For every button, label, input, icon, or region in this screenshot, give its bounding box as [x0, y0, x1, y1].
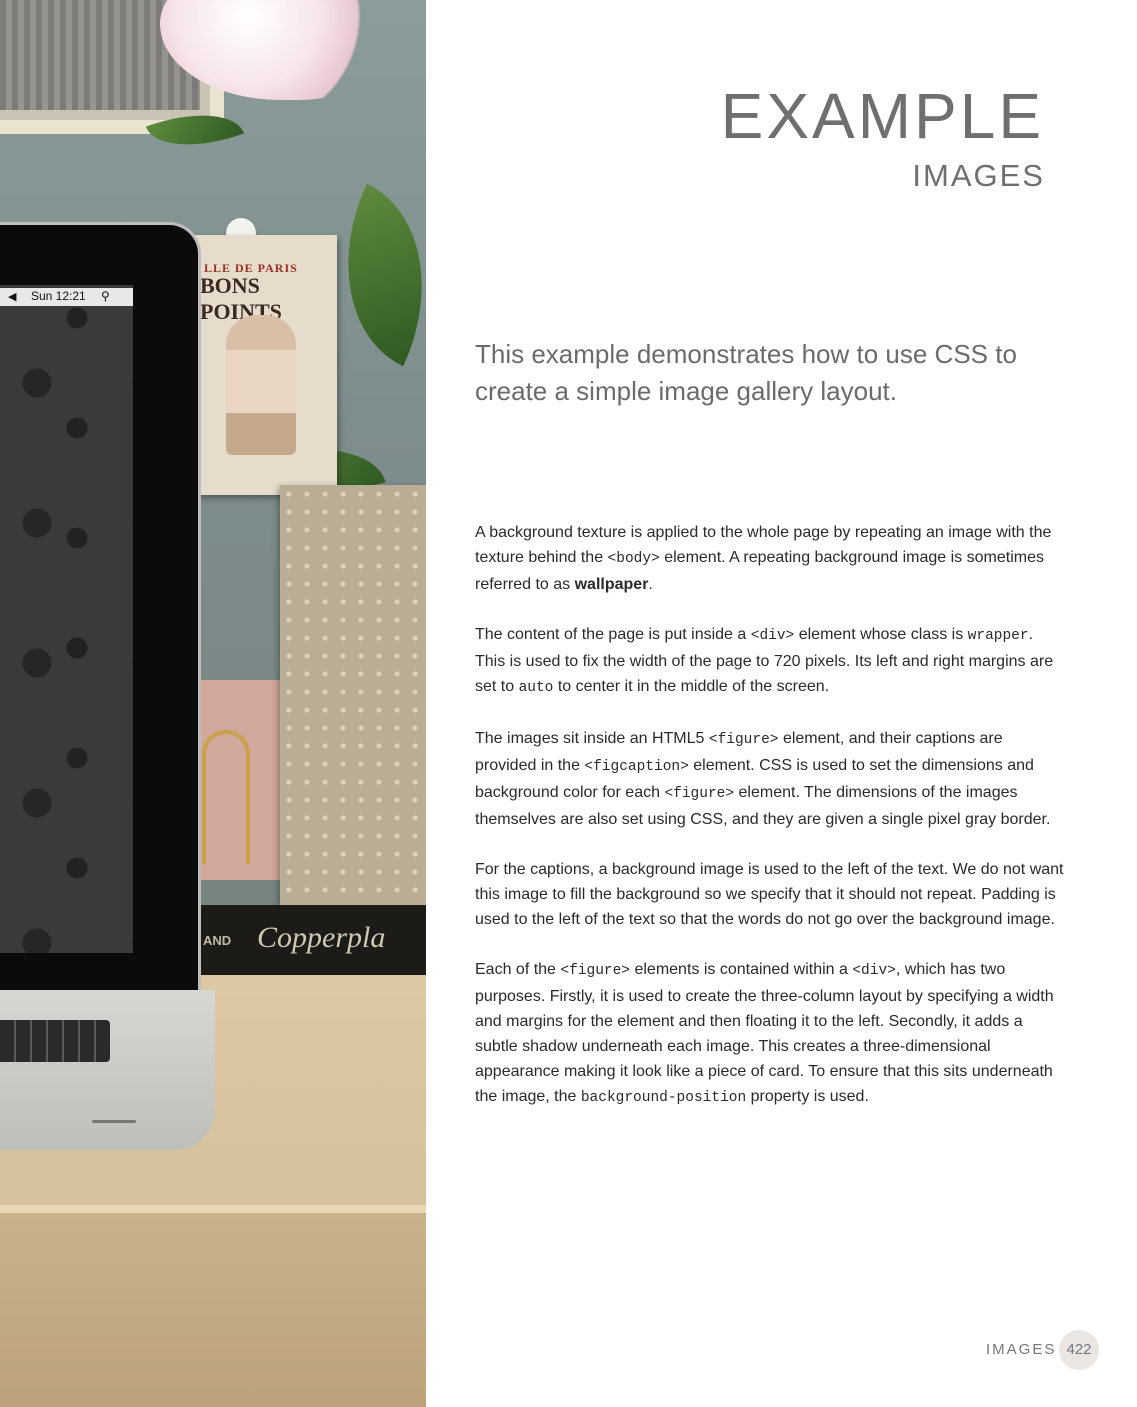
- code-figcaption: <figcaption>: [584, 759, 689, 775]
- text-run: Each of the: [475, 961, 561, 978]
- text-run: to center it in the middle of the screen…: [553, 678, 830, 695]
- code-div: <div>: [750, 628, 795, 644]
- code-background-position: background-position: [580, 1090, 747, 1106]
- text-run: elements is contained within a: [630, 961, 853, 978]
- volume-icon: ◀: [8, 291, 17, 303]
- desk-edge: [0, 1205, 426, 1213]
- laptop-screen: [0, 285, 133, 953]
- poster-illustration: [226, 315, 296, 455]
- laptop-keyboard: [0, 1020, 110, 1062]
- paragraph-wrapper: The content of the page is put inside a …: [475, 622, 1065, 701]
- text-run: The images sit inside an HTML5: [475, 730, 709, 747]
- code-body: <body>: [607, 551, 660, 567]
- paragraph-background-texture: A background texture is applied to the w…: [475, 520, 1065, 597]
- code-figure: <figure>: [560, 963, 631, 979]
- code-auto: auto: [518, 680, 554, 696]
- gold-heart: [202, 730, 250, 864]
- term-wallpaper: wallpaper: [574, 576, 649, 593]
- code-wrapper: wrapper: [967, 628, 1029, 644]
- ornate-card: [280, 485, 426, 905]
- code-figure: <figure>: [664, 786, 735, 802]
- body-text: A background texture is applied to the w…: [475, 520, 1065, 1136]
- laptop-base: [0, 990, 215, 1150]
- text-run: The content of the page is put inside a: [475, 626, 751, 643]
- text-run: .: [648, 576, 653, 593]
- book-label: AND: [203, 933, 232, 948]
- text-run: , which has two purposes. Firstly, it is…: [475, 961, 1054, 1105]
- code-div: <div>: [852, 963, 896, 979]
- desk-front: [0, 1213, 426, 1407]
- book-title: Copperpla: [257, 921, 386, 954]
- page-number-badge: 422: [1059, 1330, 1099, 1370]
- paragraph-figure: The images sit inside an HTML5 <figure> …: [475, 726, 1065, 832]
- menubar-clock: Sun 12:21: [31, 289, 86, 303]
- text-run: property is used.: [746, 1088, 869, 1105]
- mac-menubar: ◀ Sun 12:21 ⚲: [0, 288, 133, 306]
- page-title: EXAMPLE: [720, 80, 1044, 152]
- paragraph-columns: Each of the <figure> elements is contain…: [475, 957, 1065, 1111]
- intro-text: This example demonstrates how to use CSS…: [475, 339, 1017, 406]
- spotlight-search-icon: ⚲: [101, 289, 110, 303]
- laptop-lid: ◀ Sun 12:21 ⚲: [0, 222, 201, 995]
- hero-photo: LLE DE PARIS BONS POINTS AND Copperpla ◀…: [0, 0, 426, 1407]
- vintage-poster: LLE DE PARIS BONS POINTS: [192, 235, 337, 495]
- laptop-vent: [92, 1120, 136, 1123]
- footer-section-label: IMAGES: [986, 1341, 1057, 1358]
- text-run: element whose class is: [794, 626, 968, 643]
- text-run: For the captions, a background image is …: [475, 861, 1064, 928]
- paragraph-captions: For the captions, a background image is …: [475, 857, 1065, 932]
- page-subtitle: IMAGES: [912, 158, 1045, 193]
- code-figure: <figure>: [708, 732, 779, 748]
- copperplate-book: AND Copperpla: [195, 905, 426, 980]
